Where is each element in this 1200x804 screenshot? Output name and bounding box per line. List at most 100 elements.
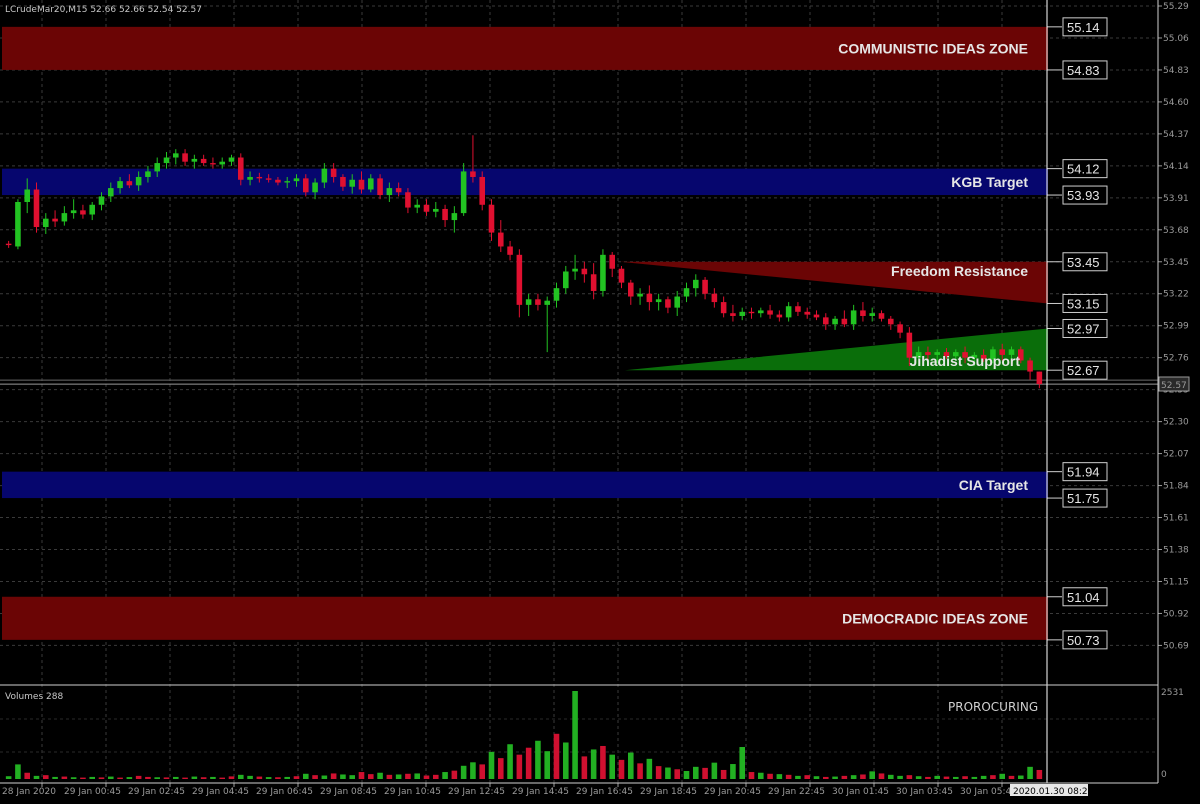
volume-bar-106: [990, 775, 996, 779]
candle-body-4: [43, 218, 49, 228]
volume-bar-44: [414, 773, 420, 779]
candle-body-72: [674, 296, 680, 308]
candle-body-22: [210, 163, 216, 165]
candle-body-50: [470, 171, 476, 177]
candle-body-92: [860, 310, 866, 316]
volume-bar-78: [730, 764, 736, 779]
volume-bar-20: [191, 776, 198, 779]
candle-body-20: [191, 158, 198, 162]
candle-body-9: [89, 204, 95, 215]
candle-body-71: [665, 299, 671, 308]
volume-bar-83: [776, 774, 783, 779]
candle-body-76: [711, 293, 718, 303]
candle-body-7: [70, 210, 77, 214]
candle-body-51: [479, 176, 485, 205]
volume-bar-86: [804, 775, 810, 779]
volume-bar-58: [544, 751, 550, 779]
volume-bar-91: [850, 775, 857, 779]
volume-label: Volumes 288: [5, 692, 63, 702]
candle-body-24: [228, 157, 235, 162]
current-time-label: 2020.01.30 08:28: [1013, 787, 1094, 797]
time-tick-3: 29 Jan 04:45: [192, 787, 249, 797]
candle-body-11: [108, 188, 114, 197]
candle-body-60: [563, 271, 569, 289]
volume-bar-89: [832, 776, 838, 779]
volume-bar-22: [210, 776, 216, 779]
candle-body-65: [609, 254, 615, 269]
volume-bar-37: [349, 775, 355, 779]
volume-bar-77: [720, 769, 727, 779]
volume-bar-35: [330, 773, 337, 779]
candle-body-27: [256, 176, 263, 179]
chart-window: COMMUNISTIC IDEAS ZONE KGB Target CIA Targ…: [0, 0, 1200, 800]
volume-bar-99: [925, 776, 931, 779]
candle-body-74: [693, 279, 699, 289]
candle-body-82: [767, 310, 773, 315]
volume-bar-68: [637, 763, 643, 779]
candle-body-85: [795, 306, 801, 312]
volume-bar-65: [609, 754, 615, 779]
time-tick-14: 30 Jan 03:45: [896, 787, 953, 797]
candle-body-6: [61, 213, 68, 222]
volume-bar-98: [915, 776, 922, 779]
candle-body-52: [488, 204, 495, 233]
candle-body-87: [813, 314, 820, 318]
candle-body-89: [832, 318, 838, 325]
candle-body-56: [525, 299, 532, 305]
volume-bar-27: [256, 776, 263, 779]
volume-bar-61: [572, 691, 578, 779]
time-tick-0: 28 Jan 2020: [2, 787, 56, 797]
volume-bar-39: [368, 774, 374, 779]
candle-body-5: [52, 218, 58, 222]
candle-body-32: [303, 178, 309, 193]
price-tick-0: 55.29: [1163, 2, 1189, 12]
volume-bar-84: [785, 774, 792, 779]
volume-bar-2: [24, 772, 30, 779]
candle-body-39: [368, 178, 374, 190]
volume-bar-70: [655, 766, 662, 779]
volume-bar-14: [135, 775, 142, 779]
volume-bar-94: [878, 773, 885, 779]
candle-body-62: [581, 268, 588, 275]
volume-bar-0: [5, 776, 12, 779]
time-tick-9: 29 Jan 16:45: [576, 787, 633, 797]
candle-body-69: [646, 293, 653, 303]
candle-body-77: [720, 302, 727, 314]
volume-bar-80: [748, 772, 755, 779]
volume-bar-48: [451, 770, 458, 779]
candle-body-19: [182, 153, 188, 162]
volume-bar-73: [683, 771, 690, 779]
candle-body-110: [1027, 360, 1033, 372]
candle-body-17: [163, 157, 170, 164]
volume-bar-34: [321, 775, 328, 779]
candle-body-48: [451, 213, 458, 221]
price-tick-3: 54.60: [1163, 98, 1189, 108]
volume-bar-19: [182, 777, 188, 779]
zone-3-top-label: 51.04: [1067, 590, 1100, 605]
candle-body-0: [5, 243, 12, 246]
candle-body-93: [869, 313, 875, 316]
price-tick-9: 53.22: [1163, 290, 1189, 300]
candle-body-34: [321, 168, 328, 183]
time-tick-15: 30 Jan 05:45: [960, 787, 1017, 797]
support-lower-label: 52.67: [1067, 363, 1100, 378]
price-chart[interactable]: COMMUNISTIC IDEAS ZONE KGB Target CIA Targ…: [0, 0, 1200, 800]
candle-body-30: [284, 181, 290, 183]
volume-bar-5: [52, 776, 58, 779]
volume-max-label: 2531: [1161, 688, 1184, 698]
candle-body-43: [405, 192, 411, 208]
volume-bar-10: [98, 777, 105, 779]
volume-bar-93: [869, 771, 875, 779]
time-tick-10: 29 Jan 18:45: [640, 787, 697, 797]
candle-body-2: [24, 189, 30, 202]
candle-body-78: [730, 313, 736, 316]
volume-bar-71: [665, 767, 671, 779]
support-upper-label: 52.97: [1067, 321, 1100, 336]
price-tick-15: 51.84: [1163, 482, 1189, 492]
volume-bar-25: [238, 774, 244, 779]
candle-body-81: [758, 310, 764, 314]
price-tick-11: 52.76: [1163, 354, 1189, 364]
volume-bar-97: [906, 775, 913, 779]
candle-body-33: [312, 182, 318, 193]
volume-bar-62: [581, 756, 588, 779]
